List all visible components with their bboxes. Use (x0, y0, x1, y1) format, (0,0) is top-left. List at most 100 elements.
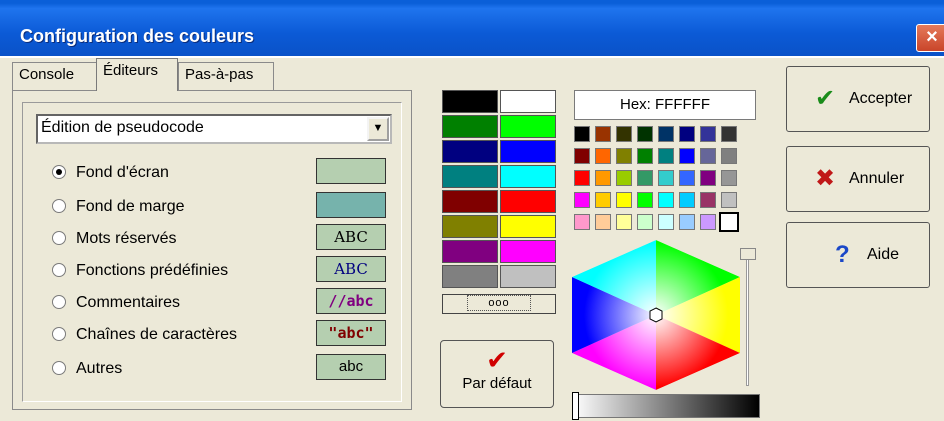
hex-selector-marker[interactable] (649, 307, 663, 323)
mini-palette-color[interactable] (637, 214, 653, 230)
mini-palette-color[interactable] (721, 148, 737, 164)
palette-color[interactable] (500, 190, 556, 213)
palette-color[interactable] (500, 140, 556, 163)
option-row[interactable]: Chaînes de caractères (52, 324, 237, 346)
radio-button[interactable] (52, 295, 66, 309)
option-label: Commentaires (76, 294, 181, 311)
mini-palette-color[interactable] (637, 170, 653, 186)
cancel-button[interactable]: ✖ Annuler (786, 146, 930, 212)
editor-select[interactable]: Édition de pseudocode ▼ (36, 114, 392, 144)
mini-palette-color[interactable] (616, 214, 632, 230)
mini-palette-color[interactable] (637, 192, 653, 208)
mini-palette-color[interactable] (658, 214, 674, 230)
color-swatch[interactable]: "abc" (316, 320, 386, 346)
mini-palette-color[interactable] (719, 212, 739, 232)
mini-palette-color[interactable] (700, 214, 716, 230)
radio-button[interactable] (52, 231, 66, 245)
palette-color[interactable] (500, 265, 556, 288)
brightness-slider-track[interactable] (746, 258, 749, 386)
mini-palette-color[interactable] (574, 214, 590, 230)
mini-palette-color[interactable] (595, 170, 611, 186)
color-hexagon-picker[interactable] (572, 240, 752, 390)
mini-palette-color[interactable] (574, 192, 590, 208)
accept-button[interactable]: ✔ Accepter (786, 66, 930, 132)
help-button[interactable]: ? Aide (786, 222, 930, 288)
mini-palette-color[interactable] (637, 126, 653, 142)
color-swatch[interactable] (316, 192, 386, 218)
mini-palette-color[interactable] (721, 126, 737, 142)
tab-editeurs[interactable]: Éditeurs (96, 58, 178, 91)
mini-palette-color[interactable] (721, 192, 737, 208)
swatch-text: ABC (334, 228, 368, 246)
palette-color[interactable] (500, 90, 556, 113)
mini-palette-color[interactable] (616, 192, 632, 208)
mini-palette-color[interactable] (700, 192, 716, 208)
default-button[interactable]: ✔ Par défaut (440, 340, 554, 408)
mini-palette-color[interactable] (595, 148, 611, 164)
gray-gradient-bar[interactable] (572, 394, 760, 418)
close-button[interactable]: × (916, 24, 944, 52)
palette-color[interactable] (442, 215, 498, 238)
radio-button[interactable] (52, 199, 66, 213)
tab-console-label: Console (19, 66, 75, 83)
mini-palette-color[interactable] (595, 126, 611, 142)
mini-palette-color[interactable] (679, 126, 695, 142)
color-swatch[interactable] (316, 158, 386, 184)
mini-palette-color[interactable] (616, 170, 632, 186)
palette-color[interactable] (500, 165, 556, 188)
tab-console[interactable]: Console (12, 62, 98, 90)
color-swatch[interactable]: ABC (316, 224, 386, 250)
title-bar: Configuration des couleurs × (0, 0, 944, 58)
palette-color[interactable] (442, 90, 498, 113)
option-row[interactable]: Mots réservés (52, 228, 176, 250)
radio-button[interactable] (52, 263, 66, 277)
mini-palette-color[interactable] (595, 214, 611, 230)
mini-palette-color[interactable] (679, 192, 695, 208)
palette-color[interactable] (442, 115, 498, 138)
color-swatch[interactable]: ABC (316, 256, 386, 282)
palette-color[interactable] (442, 190, 498, 213)
mini-palette-color[interactable] (679, 148, 695, 164)
palette-color[interactable] (500, 215, 556, 238)
mini-palette-color[interactable] (616, 148, 632, 164)
option-row[interactable]: Fond de marge (52, 196, 185, 218)
mini-palette-color[interactable] (658, 170, 674, 186)
option-row[interactable]: Fond d'écran (52, 162, 169, 184)
more-colors-button[interactable]: ooo (442, 294, 556, 314)
mini-palette-color[interactable] (574, 170, 590, 186)
radio-button[interactable] (52, 361, 66, 375)
swatch-text: //abc (328, 292, 374, 310)
mini-palette-color[interactable] (658, 126, 674, 142)
mini-palette-color[interactable] (658, 192, 674, 208)
palette-color[interactable] (442, 265, 498, 288)
option-row[interactable]: Fonctions prédéfinies (52, 260, 228, 282)
question-icon: ? (835, 241, 850, 268)
tab-pas-a-pas[interactable]: Pas-à-pas (178, 62, 274, 90)
mini-palette-color[interactable] (700, 148, 716, 164)
gray-gradient-marker[interactable] (572, 392, 579, 420)
option-row[interactable]: Commentaires (52, 292, 180, 314)
palette-color[interactable] (442, 240, 498, 263)
brightness-slider-thumb[interactable] (740, 248, 756, 260)
chevron-down-icon[interactable]: ▼ (367, 117, 389, 141)
radio-button[interactable] (52, 327, 66, 341)
mini-palette-color[interactable] (574, 126, 590, 142)
palette-color[interactable] (500, 240, 556, 263)
mini-palette-color[interactable] (700, 170, 716, 186)
color-swatch[interactable]: abc (316, 354, 386, 380)
mini-palette-color[interactable] (595, 192, 611, 208)
mini-palette-color[interactable] (679, 214, 695, 230)
mini-palette-color[interactable] (700, 126, 716, 142)
mini-palette-color[interactable] (679, 170, 695, 186)
radio-button[interactable] (52, 165, 66, 179)
palette-color[interactable] (442, 140, 498, 163)
mini-palette-color[interactable] (574, 148, 590, 164)
mini-palette-color[interactable] (616, 126, 632, 142)
palette-color[interactable] (442, 165, 498, 188)
option-row[interactable]: Autres (52, 358, 122, 380)
color-swatch[interactable]: //abc (316, 288, 386, 314)
mini-palette-color[interactable] (637, 148, 653, 164)
palette-color[interactable] (500, 115, 556, 138)
mini-palette-color[interactable] (658, 148, 674, 164)
mini-palette-color[interactable] (721, 170, 737, 186)
